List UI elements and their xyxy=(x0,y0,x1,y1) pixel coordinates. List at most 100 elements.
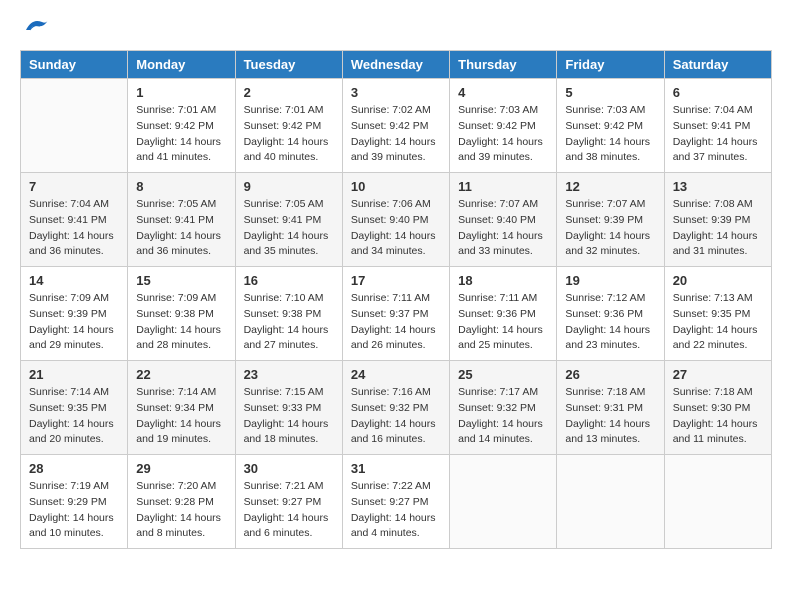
day-info: Sunrise: 7:14 AM Sunset: 9:34 PM Dayligh… xyxy=(136,385,226,448)
table-cell: 4 Sunrise: 7:03 AM Sunset: 9:42 PM Daylig… xyxy=(450,79,557,173)
table-cell: 27 Sunrise: 7:18 AM Sunset: 9:30 PM Dayli… xyxy=(664,361,771,455)
table-cell: 26 Sunrise: 7:18 AM Sunset: 9:31 PM Dayli… xyxy=(557,361,664,455)
table-cell: 13 Sunrise: 7:08 AM Sunset: 9:39 PM Dayli… xyxy=(664,173,771,267)
day-number: 22 xyxy=(136,367,226,382)
day-number: 27 xyxy=(673,367,763,382)
week-row-3: 14Sunrise: 7:09 AM Sunset: 9:39 PM Dayli… xyxy=(21,267,772,361)
table-cell: 9 Sunrise: 7:05 AM Sunset: 9:41 PM Daylig… xyxy=(235,173,342,267)
header-monday: Monday xyxy=(128,51,235,79)
table-cell: 11 Sunrise: 7:07 AM Sunset: 9:40 PM Dayli… xyxy=(450,173,557,267)
day-info: Sunrise: 7:13 AM Sunset: 9:35 PM Dayligh… xyxy=(673,291,763,354)
day-number: 19 xyxy=(565,273,655,288)
day-number: 21 xyxy=(29,367,119,382)
day-info: Sunrise: 7:21 AM Sunset: 9:27 PM Dayligh… xyxy=(244,479,334,542)
day-number: 16 xyxy=(244,273,334,288)
day-number: 9 xyxy=(244,179,334,194)
day-number: 18 xyxy=(458,273,548,288)
day-info: Sunrise: 7:07 AM Sunset: 9:40 PM Dayligh… xyxy=(458,197,548,260)
day-info: Sunrise: 7:11 AM Sunset: 9:37 PM Dayligh… xyxy=(351,291,441,354)
table-cell: 19 Sunrise: 7:12 AM Sunset: 9:36 PM Dayli… xyxy=(557,267,664,361)
table-cell: 1Sunrise: 7:01 AM Sunset: 9:42 PM Daylig… xyxy=(128,79,235,173)
table-cell: 22 Sunrise: 7:14 AM Sunset: 9:34 PM Dayli… xyxy=(128,361,235,455)
table-cell: 15 Sunrise: 7:09 AM Sunset: 9:38 PM Dayli… xyxy=(128,267,235,361)
table-cell: 3Sunrise: 7:02 AM Sunset: 9:42 PM Daylig… xyxy=(342,79,449,173)
header-friday: Friday xyxy=(557,51,664,79)
table-cell: 7Sunrise: 7:04 AM Sunset: 9:41 PM Daylig… xyxy=(21,173,128,267)
day-info: Sunrise: 7:18 AM Sunset: 9:31 PM Dayligh… xyxy=(565,385,655,448)
day-number: 7 xyxy=(29,179,119,194)
day-info: Sunrise: 7:11 AM Sunset: 9:36 PM Dayligh… xyxy=(458,291,548,354)
day-number: 26 xyxy=(565,367,655,382)
day-number: 2 xyxy=(244,85,334,100)
day-info: Sunrise: 7:05 AM Sunset: 9:41 PM Dayligh… xyxy=(244,197,334,260)
table-cell: 6 Sunrise: 7:04 AM Sunset: 9:41 PM Daylig… xyxy=(664,79,771,173)
header-thursday: Thursday xyxy=(450,51,557,79)
table-cell: 30 Sunrise: 7:21 AM Sunset: 9:27 PM Dayli… xyxy=(235,455,342,549)
week-row-1: 1Sunrise: 7:01 AM Sunset: 9:42 PM Daylig… xyxy=(21,79,772,173)
logo-bird-icon xyxy=(22,16,50,38)
day-number: 8 xyxy=(136,179,226,194)
day-info: Sunrise: 7:20 AM Sunset: 9:28 PM Dayligh… xyxy=(136,479,226,542)
table-cell: 25 Sunrise: 7:17 AM Sunset: 9:32 PM Dayli… xyxy=(450,361,557,455)
day-number: 4 xyxy=(458,85,548,100)
day-info: Sunrise: 7:22 AM Sunset: 9:27 PM Dayligh… xyxy=(351,479,441,542)
table-cell: 21Sunrise: 7:14 AM Sunset: 9:35 PM Dayli… xyxy=(21,361,128,455)
day-info: Sunrise: 7:08 AM Sunset: 9:39 PM Dayligh… xyxy=(673,197,763,260)
table-cell xyxy=(450,455,557,549)
day-number: 24 xyxy=(351,367,441,382)
day-info: Sunrise: 7:01 AM Sunset: 9:42 PM Dayligh… xyxy=(244,103,334,166)
day-number: 28 xyxy=(29,461,119,476)
day-info: Sunrise: 7:03 AM Sunset: 9:42 PM Dayligh… xyxy=(458,103,548,166)
logo xyxy=(20,20,50,34)
table-cell: 20Sunrise: 7:13 AM Sunset: 9:35 PM Dayli… xyxy=(664,267,771,361)
day-number: 17 xyxy=(351,273,441,288)
table-cell: 29 Sunrise: 7:20 AM Sunset: 9:28 PM Dayli… xyxy=(128,455,235,549)
table-cell: 17 Sunrise: 7:11 AM Sunset: 9:37 PM Dayli… xyxy=(342,267,449,361)
table-cell: 16 Sunrise: 7:10 AM Sunset: 9:38 PM Dayli… xyxy=(235,267,342,361)
table-cell: 23 Sunrise: 7:15 AM Sunset: 9:33 PM Dayli… xyxy=(235,361,342,455)
day-number: 29 xyxy=(136,461,226,476)
week-row-2: 7Sunrise: 7:04 AM Sunset: 9:41 PM Daylig… xyxy=(21,173,772,267)
day-info: Sunrise: 7:03 AM Sunset: 9:42 PM Dayligh… xyxy=(565,103,655,166)
table-cell xyxy=(21,79,128,173)
day-number: 30 xyxy=(244,461,334,476)
day-info: Sunrise: 7:19 AM Sunset: 9:29 PM Dayligh… xyxy=(29,479,119,542)
day-info: Sunrise: 7:09 AM Sunset: 9:38 PM Dayligh… xyxy=(136,291,226,354)
day-info: Sunrise: 7:06 AM Sunset: 9:40 PM Dayligh… xyxy=(351,197,441,260)
day-number: 31 xyxy=(351,461,441,476)
day-number: 13 xyxy=(673,179,763,194)
table-cell: 31 Sunrise: 7:22 AM Sunset: 9:27 PM Dayli… xyxy=(342,455,449,549)
page-header xyxy=(20,20,772,34)
day-number: 11 xyxy=(458,179,548,194)
table-cell: 28 Sunrise: 7:19 AM Sunset: 9:29 PM Dayli… xyxy=(21,455,128,549)
day-number: 14 xyxy=(29,273,119,288)
day-info: Sunrise: 7:18 AM Sunset: 9:30 PM Dayligh… xyxy=(673,385,763,448)
day-number: 23 xyxy=(244,367,334,382)
day-info: Sunrise: 7:01 AM Sunset: 9:42 PM Dayligh… xyxy=(136,103,226,166)
table-cell: 18 Sunrise: 7:11 AM Sunset: 9:36 PM Dayli… xyxy=(450,267,557,361)
day-number: 25 xyxy=(458,367,548,382)
week-row-4: 21Sunrise: 7:14 AM Sunset: 9:35 PM Dayli… xyxy=(21,361,772,455)
week-row-5: 28 Sunrise: 7:19 AM Sunset: 9:29 PM Dayli… xyxy=(21,455,772,549)
calendar-header-row: SundayMondayTuesdayWednesdayThursdayFrid… xyxy=(21,51,772,79)
day-info: Sunrise: 7:17 AM Sunset: 9:32 PM Dayligh… xyxy=(458,385,548,448)
table-cell: 10 Sunrise: 7:06 AM Sunset: 9:40 PM Dayli… xyxy=(342,173,449,267)
header-wednesday: Wednesday xyxy=(342,51,449,79)
day-info: Sunrise: 7:12 AM Sunset: 9:36 PM Dayligh… xyxy=(565,291,655,354)
table-cell: 5 Sunrise: 7:03 AM Sunset: 9:42 PM Daylig… xyxy=(557,79,664,173)
day-number: 15 xyxy=(136,273,226,288)
table-cell: 14Sunrise: 7:09 AM Sunset: 9:39 PM Dayli… xyxy=(21,267,128,361)
day-number: 5 xyxy=(565,85,655,100)
day-number: 6 xyxy=(673,85,763,100)
table-cell: 24Sunrise: 7:16 AM Sunset: 9:32 PM Dayli… xyxy=(342,361,449,455)
table-cell: 8Sunrise: 7:05 AM Sunset: 9:41 PM Daylig… xyxy=(128,173,235,267)
day-info: Sunrise: 7:04 AM Sunset: 9:41 PM Dayligh… xyxy=(673,103,763,166)
day-number: 12 xyxy=(565,179,655,194)
table-cell: 12Sunrise: 7:07 AM Sunset: 9:39 PM Dayli… xyxy=(557,173,664,267)
day-number: 3 xyxy=(351,85,441,100)
header-tuesday: Tuesday xyxy=(235,51,342,79)
day-info: Sunrise: 7:10 AM Sunset: 9:38 PM Dayligh… xyxy=(244,291,334,354)
day-number: 10 xyxy=(351,179,441,194)
day-info: Sunrise: 7:15 AM Sunset: 9:33 PM Dayligh… xyxy=(244,385,334,448)
table-cell xyxy=(664,455,771,549)
